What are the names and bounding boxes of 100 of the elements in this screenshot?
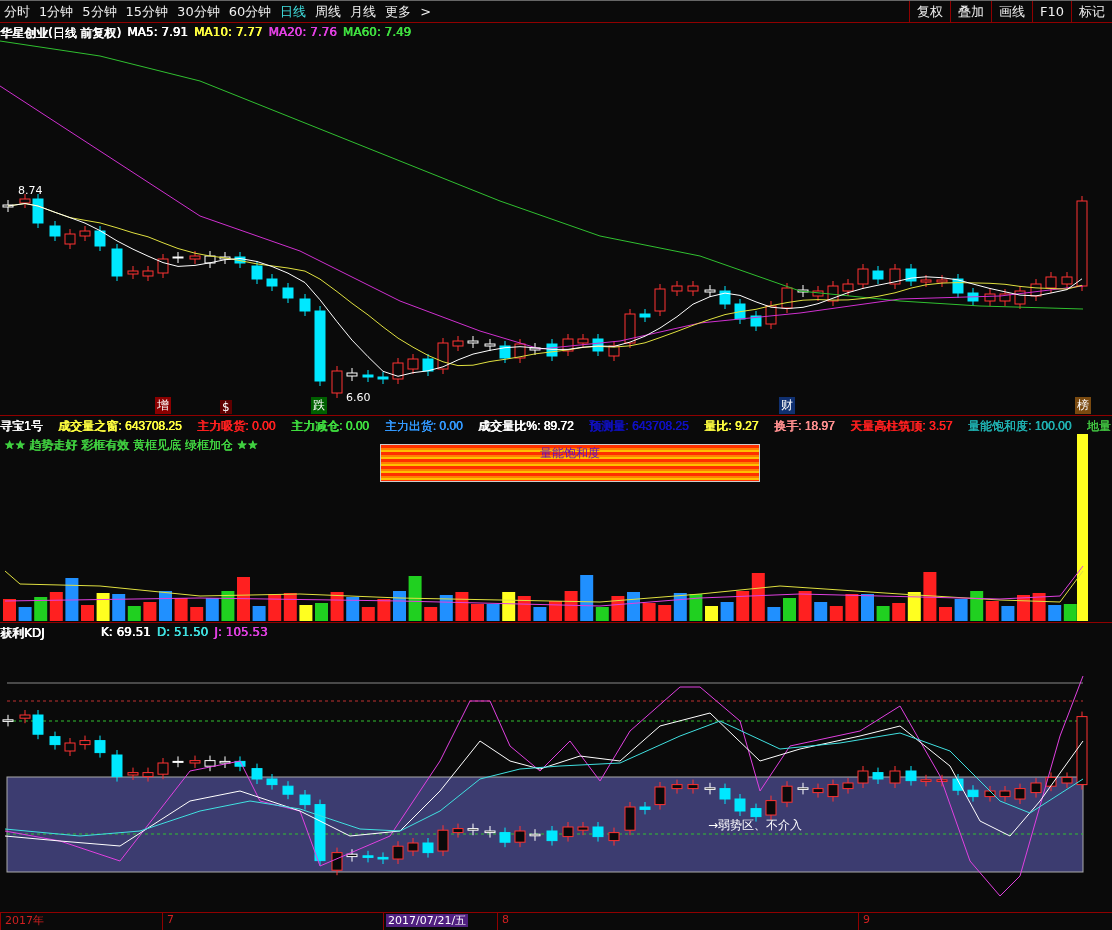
candlestick xyxy=(905,263,917,287)
event-marker[interactable]: 跌 xyxy=(311,396,327,414)
candlestick xyxy=(407,837,419,857)
period-tab[interactable]: 周线 xyxy=(315,2,342,21)
candlestick xyxy=(127,767,139,781)
candlestick xyxy=(251,260,263,285)
candlestick xyxy=(920,274,932,288)
candlestick xyxy=(872,767,884,785)
candlestick xyxy=(204,755,216,772)
candlestick xyxy=(872,265,884,285)
weak-zone-label: →弱势区、不介入 xyxy=(708,817,803,834)
candlestick xyxy=(422,353,434,377)
period-tab[interactable]: 月线 xyxy=(350,2,377,21)
period-tab[interactable]: 1分钟 xyxy=(39,2,74,21)
candlestick xyxy=(484,338,496,352)
candlestick xyxy=(671,779,683,795)
candlestick xyxy=(204,250,216,269)
candlestick xyxy=(592,821,604,843)
more-arrow[interactable]: > xyxy=(420,4,432,19)
candlestick xyxy=(797,284,809,298)
candlestick xyxy=(157,757,169,780)
candlestick xyxy=(1061,271,1073,290)
candlestick xyxy=(314,799,326,867)
kdj-reading: D: 51.50 xyxy=(156,625,209,641)
candlestick xyxy=(111,749,123,783)
indicator-reading: 主力出货: 0.00 xyxy=(384,417,463,435)
candlestick xyxy=(687,779,699,795)
candlestick xyxy=(282,780,294,800)
candlestick xyxy=(346,848,358,863)
time-axis-label: 2017年 xyxy=(4,914,45,928)
period-tab[interactable]: 15分钟 xyxy=(125,2,169,21)
candlestick xyxy=(1045,271,1057,294)
candlestick xyxy=(1045,771,1057,792)
candlestick xyxy=(857,765,869,789)
candlestick xyxy=(64,737,76,757)
candlestick xyxy=(781,282,793,314)
candlestick xyxy=(654,283,666,317)
candlestick xyxy=(719,285,731,310)
candlestick xyxy=(234,755,246,772)
candlestick xyxy=(765,795,777,821)
candlestick xyxy=(905,765,917,787)
candlestick xyxy=(765,300,777,330)
candlestick xyxy=(111,243,123,282)
ma-reading: MA60: 7.49 xyxy=(342,25,412,41)
period-tab[interactable]: 分时 xyxy=(4,2,30,21)
candlestick xyxy=(639,801,651,815)
event-marker[interactable]: 财 xyxy=(779,396,795,414)
candlestick xyxy=(484,825,496,839)
period-tab[interactable]: 5分钟 xyxy=(82,2,117,21)
candlestick xyxy=(704,284,716,298)
candlestick xyxy=(422,837,434,859)
candlestick xyxy=(499,827,511,848)
event-marker[interactable]: 增 xyxy=(155,396,171,414)
time-axis-label: 2017/07/21/五 xyxy=(386,914,469,928)
indicator-reading: 预测量: 643708.25 xyxy=(589,417,689,435)
toolbar-button[interactable]: 叠加 xyxy=(949,1,991,22)
period-tab[interactable]: 60分钟 xyxy=(228,2,272,21)
saturation-bar: 量能饱和度 xyxy=(380,443,760,482)
toolbar-button[interactable]: F10 xyxy=(1031,1,1071,22)
kdj-reading: K: 69.51 xyxy=(100,625,151,641)
candlestick xyxy=(704,782,716,795)
toolbar-button[interactable]: 画线 xyxy=(990,1,1032,22)
candlestick xyxy=(577,821,589,836)
candlestick xyxy=(812,783,824,799)
ma-reading: MA5: 7.91 xyxy=(127,25,188,41)
candlestick xyxy=(1030,777,1042,799)
candlestick xyxy=(734,793,746,817)
candlestick xyxy=(172,251,184,264)
candlestick xyxy=(999,785,1011,803)
candlestick xyxy=(857,263,869,290)
candlestick xyxy=(967,784,979,803)
indicator-reading: 主力吸货: 0.00 xyxy=(197,417,276,435)
toolbar-button[interactable]: 复权 xyxy=(908,1,950,22)
indicator-reading: 天量高柱筑顶: 3.57 xyxy=(850,417,953,435)
candlestick xyxy=(842,777,854,795)
candlestick xyxy=(157,253,169,279)
candlestick xyxy=(592,333,604,357)
period-tab[interactable]: 日线 xyxy=(280,2,307,21)
candlestick xyxy=(331,847,343,876)
candlestick xyxy=(889,263,901,290)
candlestick xyxy=(952,773,964,796)
indicator-reading: 量能饱和度: 100.00 xyxy=(968,417,1072,435)
candlestick xyxy=(234,251,246,269)
candlestick xyxy=(984,785,996,803)
candlestick xyxy=(266,273,278,292)
period-tab[interactable]: 30分钟 xyxy=(177,2,220,21)
event-marker[interactable]: 榜 xyxy=(1075,396,1091,414)
more-menu[interactable]: 更多 xyxy=(385,2,412,21)
candlestick xyxy=(219,251,231,265)
indicator-reading: 量比: 9.27 xyxy=(704,417,759,435)
indicator-reading: 主力减仓: 0.00 xyxy=(291,417,370,435)
candlestick xyxy=(529,342,541,356)
candlestick xyxy=(936,274,948,288)
candlestick xyxy=(172,755,184,768)
candlestick xyxy=(499,340,511,364)
candlestick xyxy=(608,340,620,362)
toolbar-button[interactable]: 标记 xyxy=(1071,1,1112,22)
candlestick xyxy=(362,369,374,383)
event-marker[interactable]: $ xyxy=(220,399,232,414)
candlestick xyxy=(984,288,996,307)
